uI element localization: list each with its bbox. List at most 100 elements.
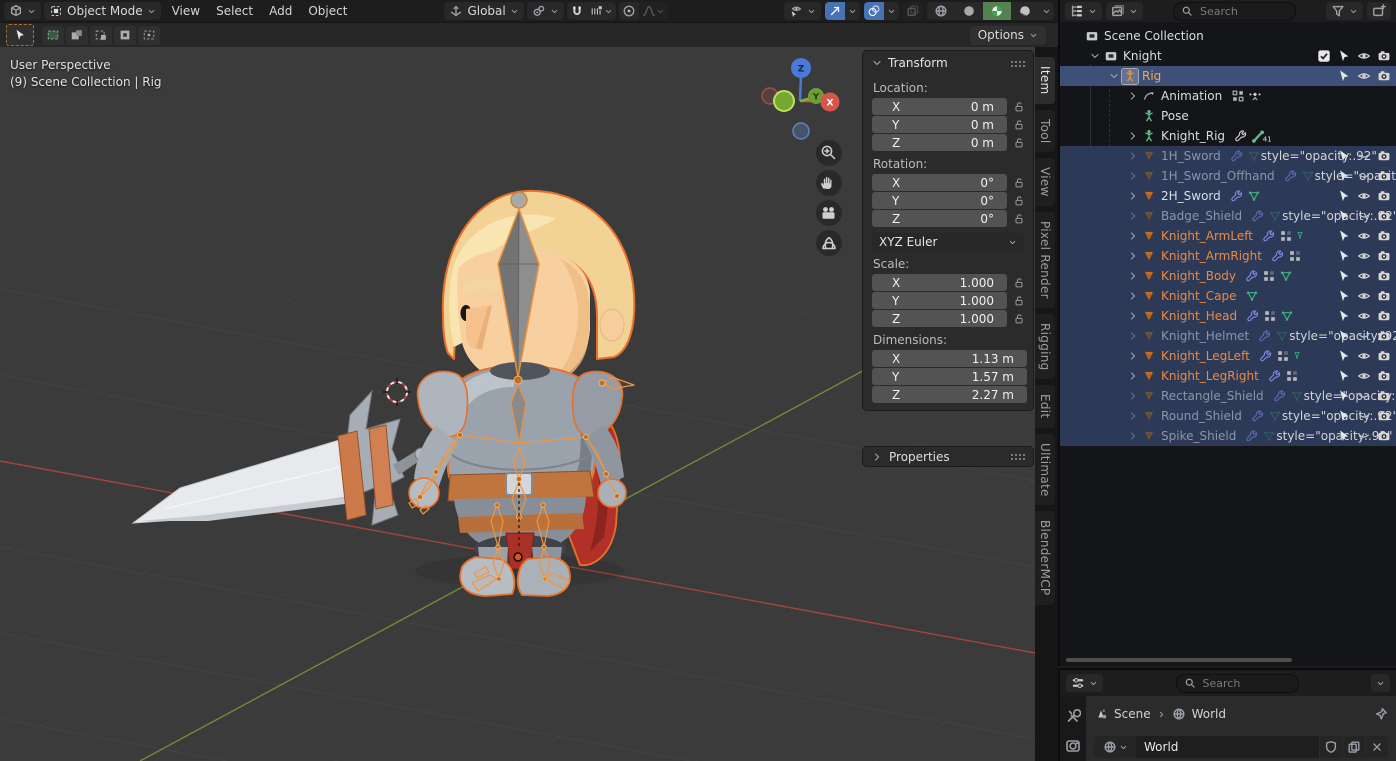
outliner-filter-button[interactable] bbox=[1326, 2, 1363, 20]
render-visibility-toggle[interactable] bbox=[1377, 249, 1391, 263]
panel-drag-handle[interactable] bbox=[1010, 453, 1025, 460]
render-visibility-toggle[interactable] bbox=[1377, 69, 1391, 83]
outliner-row-rig[interactable]: Rig bbox=[1060, 66, 1396, 86]
lock-icon[interactable] bbox=[1011, 277, 1027, 289]
expand-chevron-icon[interactable] bbox=[1125, 310, 1140, 322]
selectable-toggle[interactable] bbox=[1337, 229, 1351, 243]
transform-panel-header[interactable]: Transform bbox=[863, 51, 1033, 75]
select-mode-subtract[interactable] bbox=[90, 26, 112, 45]
visibility-toggle[interactable] bbox=[1357, 349, 1371, 363]
selectable-toggle[interactable] bbox=[1337, 49, 1351, 63]
options-button[interactable]: Options bbox=[970, 26, 1046, 45]
tab-edit[interactable]: Edit bbox=[1035, 385, 1055, 427]
selectable-toggle[interactable] bbox=[1337, 169, 1351, 183]
gizmo-axis-y-front[interactable] bbox=[774, 91, 794, 111]
selectable-toggle[interactable] bbox=[1337, 269, 1351, 283]
outliner-search-input[interactable] bbox=[1198, 4, 1288, 19]
lock-icon[interactable] bbox=[1011, 177, 1027, 189]
camera-view-button[interactable] bbox=[816, 200, 842, 226]
render-visibility-toggle[interactable] bbox=[1377, 349, 1391, 363]
dimensions-y-field[interactable]: Y1.57 m bbox=[872, 368, 1027, 385]
gizmo-axis-negz[interactable] bbox=[793, 123, 809, 139]
visibility-toggle[interactable] bbox=[1357, 429, 1371, 443]
selectable-toggle[interactable] bbox=[1337, 349, 1351, 363]
outliner-row-pose[interactable]: Pose bbox=[1060, 106, 1396, 126]
rotation-z-field[interactable]: Z0° bbox=[872, 210, 1007, 227]
properties-options-button[interactable] bbox=[1371, 674, 1390, 692]
gizmo-axis-x[interactable]: X bbox=[821, 93, 840, 112]
lock-icon[interactable] bbox=[1011, 313, 1027, 325]
expand-chevron-icon[interactable] bbox=[1125, 390, 1140, 402]
gizmo-dropdown[interactable] bbox=[845, 2, 860, 20]
tab-tool[interactable]: Tool bbox=[1035, 110, 1055, 153]
snap-with-dropdown[interactable] bbox=[587, 2, 616, 20]
visibility-toggle[interactable] bbox=[1357, 49, 1371, 63]
rotation-y-field[interactable]: Y0° bbox=[872, 192, 1007, 209]
expand-chevron-icon[interactable] bbox=[1125, 350, 1140, 362]
overlays-dropdown[interactable] bbox=[884, 2, 899, 20]
visibility-toggle[interactable] bbox=[1357, 269, 1371, 283]
outliner-row-rectangle-shield[interactable]: Rectangle_Shield style="opacity:.92" bbox=[1060, 386, 1396, 406]
orientation-dropdown[interactable]: Global bbox=[444, 2, 523, 20]
shading-rendered-button[interactable] bbox=[1011, 2, 1039, 20]
properties-collapsed-panel[interactable]: Properties bbox=[862, 446, 1034, 467]
expand-chevron-icon[interactable] bbox=[1125, 150, 1140, 162]
selectable-toggle[interactable] bbox=[1337, 429, 1351, 443]
tab-blendermcp[interactable]: BlenderMCP bbox=[1035, 511, 1055, 604]
ortho-grid-button[interactable] bbox=[816, 230, 842, 256]
render-visibility-toggle[interactable] bbox=[1377, 429, 1391, 443]
outliner-row-knight-armright[interactable]: Knight_ArmRight bbox=[1060, 246, 1396, 266]
editor-type-button[interactable] bbox=[4, 2, 41, 20]
shading-material-preview-button[interactable] bbox=[983, 2, 1011, 20]
visibility-toggle[interactable] bbox=[1357, 409, 1371, 423]
select-mode-extend[interactable] bbox=[66, 26, 88, 45]
visibility-toggle[interactable] bbox=[1357, 229, 1371, 243]
selectable-toggle[interactable] bbox=[1337, 249, 1351, 263]
selectable-toggle[interactable] bbox=[1337, 209, 1351, 223]
menu-select[interactable]: Select bbox=[208, 4, 261, 18]
select-mode-intersect[interactable] bbox=[138, 26, 160, 45]
tab-view[interactable]: View bbox=[1035, 158, 1055, 206]
selectable-toggle[interactable] bbox=[1337, 389, 1351, 403]
outliner-row-knight-rig[interactable]: Knight_Rig41 bbox=[1060, 126, 1396, 146]
visibility-toggle[interactable] bbox=[1357, 329, 1371, 343]
falloff-dropdown[interactable] bbox=[639, 2, 668, 20]
pin-icon[interactable] bbox=[1374, 707, 1388, 721]
expand-chevron-icon[interactable] bbox=[1125, 330, 1140, 342]
pivot-point-dropdown[interactable] bbox=[527, 2, 564, 20]
select-mode-invert[interactable] bbox=[114, 26, 136, 45]
unlink-button[interactable] bbox=[1366, 736, 1388, 758]
mode-dropdown[interactable]: Object Mode bbox=[44, 2, 161, 20]
snap-toggle[interactable] bbox=[567, 2, 587, 20]
render-tab-icon[interactable] bbox=[1065, 738, 1081, 754]
outliner-row-knight-head[interactable]: Knight_Head bbox=[1060, 306, 1396, 326]
expand-chevron-icon[interactable] bbox=[1125, 290, 1140, 302]
selectable-toggle[interactable] bbox=[1337, 69, 1351, 83]
tab-rigging[interactable]: Rigging bbox=[1035, 314, 1055, 380]
zoom-button[interactable] bbox=[816, 140, 842, 166]
render-visibility-toggle[interactable] bbox=[1377, 309, 1391, 323]
dimensions-x-field[interactable]: X1.13 m bbox=[872, 350, 1027, 367]
lock-icon[interactable] bbox=[1011, 195, 1027, 207]
outliner-row-knight-body[interactable]: Knight_Body bbox=[1060, 266, 1396, 286]
outliner-row-scene-collection[interactable]: Scene Collection bbox=[1060, 26, 1396, 46]
selectable-toggle[interactable] bbox=[1337, 369, 1351, 383]
outliner-row-round-shield[interactable]: Round_Shield style="opacity:.92" bbox=[1060, 406, 1396, 426]
tab-pixel-render[interactable]: Pixel Render bbox=[1035, 212, 1055, 308]
expand-chevron-icon[interactable] bbox=[1125, 410, 1140, 422]
outliner-row-knight-cape[interactable]: Knight_Cape bbox=[1060, 286, 1396, 306]
location-z-field[interactable]: Z0 m bbox=[872, 134, 1007, 151]
active-tool-button[interactable] bbox=[6, 24, 34, 46]
render-visibility-toggle[interactable] bbox=[1377, 149, 1391, 163]
expand-chevron-icon[interactable] bbox=[1106, 70, 1121, 82]
xray-toggle[interactable] bbox=[903, 2, 923, 20]
rotation-mode-dropdown[interactable]: XYZ Euler bbox=[872, 233, 1024, 251]
render-visibility-toggle[interactable] bbox=[1377, 209, 1391, 223]
menu-object[interactable]: Object bbox=[300, 4, 355, 18]
properties-search-input[interactable] bbox=[1201, 676, 1291, 691]
visibility-toggle[interactable] bbox=[1357, 169, 1371, 183]
fake-user-shield-button[interactable] bbox=[1320, 736, 1342, 758]
panel-drag-handle[interactable] bbox=[1010, 60, 1025, 67]
render-visibility-toggle[interactable] bbox=[1377, 409, 1391, 423]
expand-chevron-icon[interactable] bbox=[1087, 50, 1102, 62]
